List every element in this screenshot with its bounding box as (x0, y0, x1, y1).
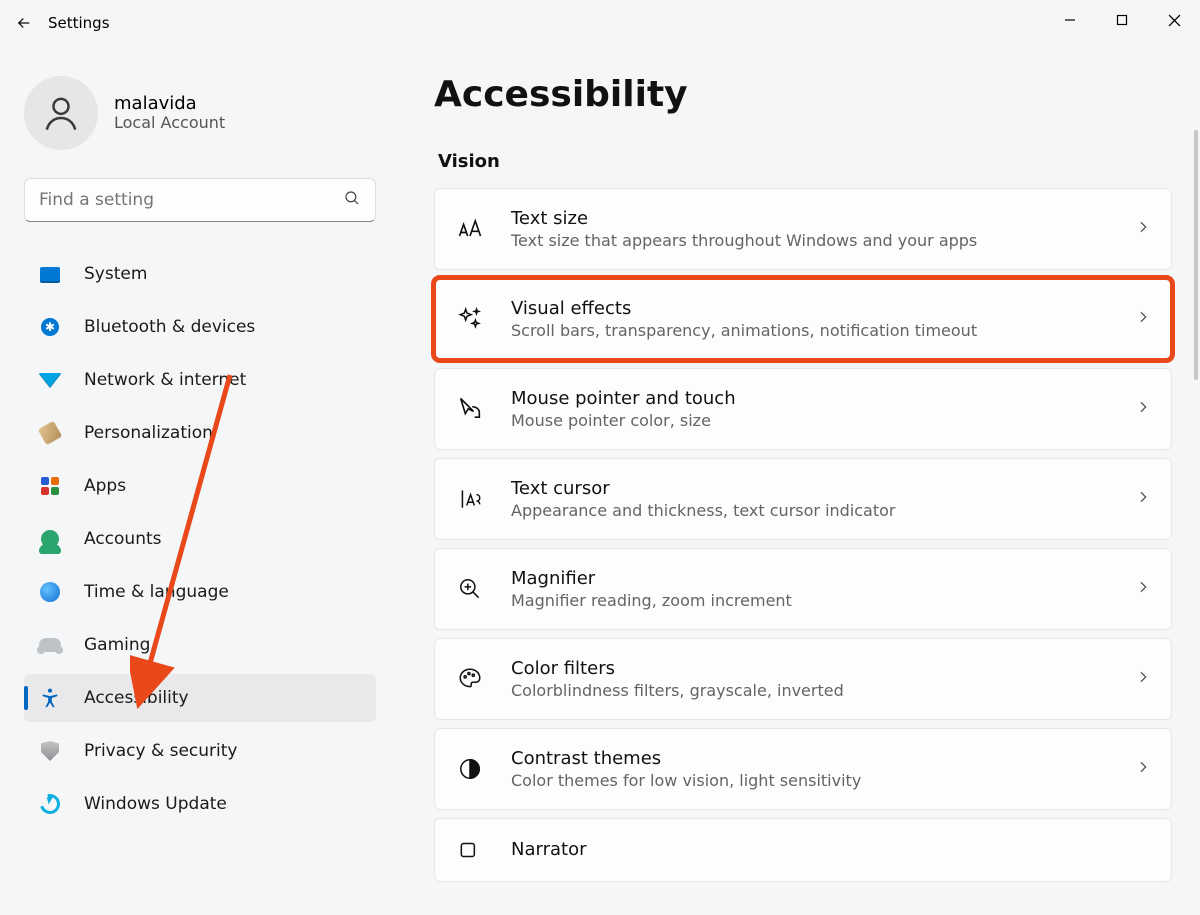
sidebar-item-label: Bluetooth & devices (84, 317, 255, 337)
sidebar-item-label: Apps (84, 476, 126, 496)
text-cursor-icon (455, 484, 485, 514)
card-desc: Magnifier reading, zoom increment (511, 591, 1135, 610)
globe-icon (38, 580, 62, 604)
back-button[interactable] (0, 0, 48, 46)
bluetooth-icon: ✱ (38, 315, 62, 339)
chevron-right-icon (1135, 669, 1151, 689)
sparkle-icon (455, 304, 485, 334)
card-text-cursor[interactable]: Text cursor Appearance and thickness, te… (434, 458, 1172, 540)
settings-window: Settings malavida Local Account (0, 0, 1200, 915)
system-icon (38, 262, 62, 286)
close-button[interactable] (1148, 0, 1200, 40)
account-subtitle: Local Account (114, 113, 225, 132)
close-icon (1168, 14, 1181, 27)
arrow-left-icon (15, 14, 33, 32)
sidebar-item-label: Accounts (84, 529, 162, 549)
card-desc: Colorblindness filters, grayscale, inver… (511, 681, 1135, 700)
sidebar-item-label: Accessibility (84, 688, 189, 708)
text-size-icon (455, 214, 485, 244)
card-mouse-pointer[interactable]: Mouse pointer and touch Mouse pointer co… (434, 368, 1172, 450)
maximize-icon (1116, 14, 1128, 26)
sidebar-item-bluetooth[interactable]: ✱ Bluetooth & devices (24, 303, 376, 351)
narrator-icon (455, 835, 485, 865)
app-title: Settings (48, 14, 110, 32)
card-desc: Color themes for low vision, light sensi… (511, 771, 1135, 790)
card-narrator[interactable]: Narrator (434, 818, 1172, 882)
card-title: Color filters (511, 658, 1135, 679)
minimize-icon (1064, 14, 1076, 26)
sidebar-item-label: Personalization (84, 423, 213, 443)
sidebar-item-label: Gaming (84, 635, 150, 655)
sidebar-item-accessibility[interactable]: Accessibility (24, 674, 376, 722)
update-icon (38, 792, 62, 816)
sidebar-item-system[interactable]: System (24, 250, 376, 298)
card-magnifier[interactable]: Magnifier Magnifier reading, zoom increm… (434, 548, 1172, 630)
main-content: Accessibility Vision Text size Text size… (390, 46, 1200, 915)
chevron-right-icon (1135, 399, 1151, 419)
sidebar-item-label: Time & language (84, 582, 229, 602)
page-title: Accessibility (434, 74, 1172, 115)
chevron-right-icon (1135, 759, 1151, 779)
card-desc: Appearance and thickness, text cursor in… (511, 501, 1135, 520)
card-desc: Mouse pointer color, size (511, 411, 1135, 430)
account-block[interactable]: malavida Local Account (24, 76, 376, 150)
apps-icon (38, 474, 62, 498)
palette-icon (455, 664, 485, 694)
sidebar-item-label: System (84, 264, 147, 284)
scrollbar[interactable] (1194, 130, 1198, 380)
card-title: Text cursor (511, 478, 1135, 499)
card-contrast-themes[interactable]: Contrast themes Color themes for low vis… (434, 728, 1172, 810)
pointer-icon (455, 394, 485, 424)
cards-list: Text size Text size that appears through… (434, 188, 1172, 882)
accessibility-icon (38, 686, 62, 710)
gamepad-icon (38, 633, 62, 657)
titlebar: Settings (0, 0, 1200, 46)
card-title: Narrator (511, 839, 1151, 860)
chevron-right-icon (1135, 219, 1151, 239)
sidebar-item-windows-update[interactable]: Windows Update (24, 780, 376, 828)
card-title: Visual effects (511, 298, 1135, 319)
sidebar-item-accounts[interactable]: Accounts (24, 515, 376, 563)
sidebar-item-network[interactable]: Network & internet (24, 356, 376, 404)
sidebar-item-label: Network & internet (84, 370, 246, 390)
sidebar-item-gaming[interactable]: Gaming (24, 621, 376, 669)
card-title: Magnifier (511, 568, 1135, 589)
maximize-button[interactable] (1096, 0, 1148, 40)
contrast-icon (455, 754, 485, 784)
sidebar-item-privacy[interactable]: Privacy & security (24, 727, 376, 775)
search-icon (343, 189, 361, 211)
wifi-icon (38, 368, 62, 392)
chevron-right-icon (1135, 579, 1151, 599)
minimize-button[interactable] (1044, 0, 1096, 40)
card-desc: Text size that appears throughout Window… (511, 231, 1135, 250)
window-controls (1044, 0, 1200, 40)
shield-icon (38, 739, 62, 763)
sidebar-item-personalization[interactable]: Personalization (24, 409, 376, 457)
sidebar-item-label: Windows Update (84, 794, 227, 814)
accounts-icon (38, 527, 62, 551)
chevron-right-icon (1135, 489, 1151, 509)
search-box[interactable] (24, 178, 376, 222)
card-visual-effects[interactable]: Visual effects Scroll bars, transparency… (434, 278, 1172, 360)
card-title: Text size (511, 208, 1135, 229)
sidebar-item-apps[interactable]: Apps (24, 462, 376, 510)
avatar (24, 76, 98, 150)
chevron-right-icon (1135, 309, 1151, 329)
nav-list: System ✱ Bluetooth & devices Network & i… (24, 250, 376, 828)
card-color-filters[interactable]: Color filters Colorblindness filters, gr… (434, 638, 1172, 720)
sidebar: malavida Local Account System ✱ Bluetoot… (0, 46, 390, 915)
card-title: Mouse pointer and touch (511, 388, 1135, 409)
section-title: Vision (438, 151, 1172, 172)
sidebar-item-label: Privacy & security (84, 741, 238, 761)
sidebar-item-time-language[interactable]: Time & language (24, 568, 376, 616)
user-icon (41, 93, 81, 133)
account-name: malavida (114, 94, 225, 114)
search-input[interactable] (39, 190, 343, 210)
card-desc: Scroll bars, transparency, animations, n… (511, 321, 1135, 340)
brush-icon (38, 421, 62, 445)
magnifier-icon (455, 574, 485, 604)
card-text-size[interactable]: Text size Text size that appears through… (434, 188, 1172, 270)
card-title: Contrast themes (511, 748, 1135, 769)
